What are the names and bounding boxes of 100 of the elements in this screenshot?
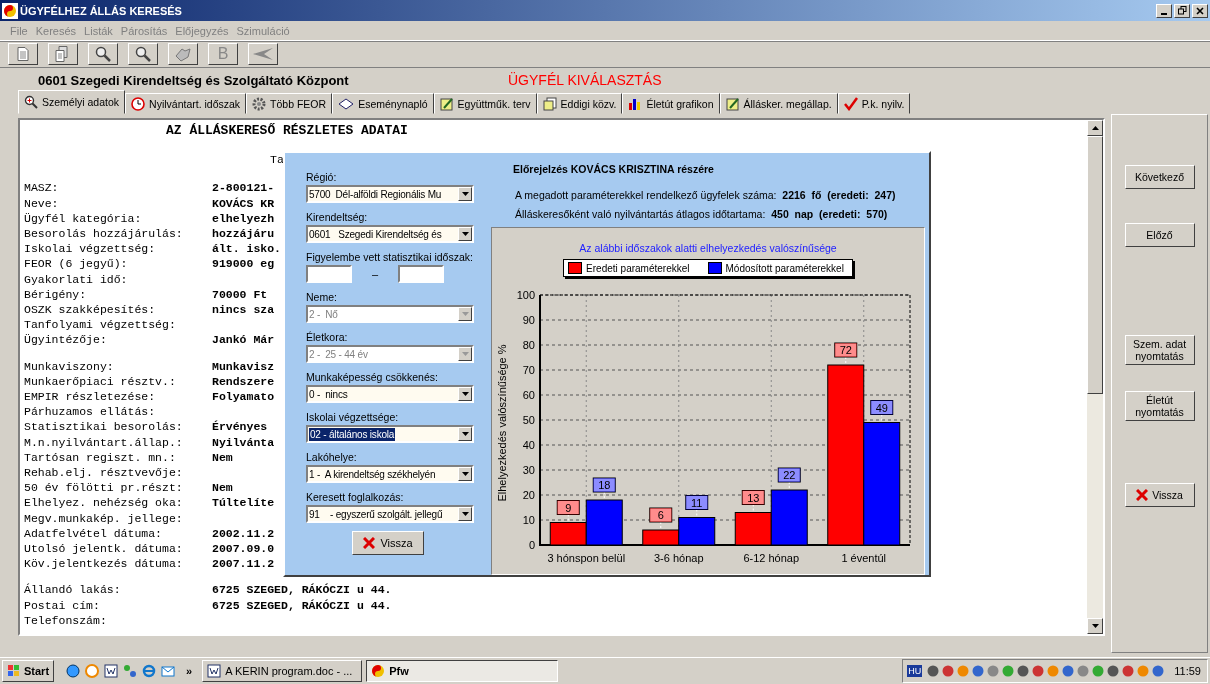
data-label: 22 (783, 469, 796, 481)
tab[interactable]: Nyilvántart. időszak (125, 93, 247, 114)
field-value: Érvényes (212, 419, 268, 435)
y-tick-label: 80 (522, 339, 535, 351)
data-label: 11 (691, 496, 703, 509)
field-label: Figyelembe vett statisztikai időszak: (306, 251, 473, 263)
field-value: KOVÁCS KR (212, 195, 275, 211)
chart-title: Az alábbi időszakok alatti elhelyezkedés valószínűsége (578, 242, 838, 254)
document-heading: AZ ÁLLÁSKERESŐ RÉSZLETES ADATAI (166, 123, 408, 139)
field-label: Utolsó jelentk. dátuma: (24, 541, 184, 557)
field-label: Iskolai végzettség: (24, 241, 157, 257)
field-value: Jankó Már (212, 332, 275, 348)
legend-label: Eredeti paraméterekkel (586, 262, 690, 274)
data-label: 18 (592, 477, 616, 493)
field-label: Párhuzamos ellátás: (24, 404, 157, 420)
x-tick-label: 1 éventúl (841, 552, 887, 564)
x-tick-label: 3-6 hónap (654, 552, 704, 564)
field-label: Besorolás hozzájárulás: (24, 226, 184, 242)
data-label: 18 (598, 479, 611, 491)
document-subheading: Ta (270, 152, 284, 168)
dropdown[interactable]: 1 - A kirendeltség székhelyén (306, 465, 474, 483)
field-label: Postai cím: (24, 597, 101, 613)
taskbar-task[interactable]: A KERIN program.doc - ... (202, 660, 363, 682)
tab[interactable]: Életút grafikon (622, 93, 720, 114)
clock: 11:59 (1174, 665, 1201, 677)
data-label: 6 (649, 507, 673, 523)
language-indicator[interactable]: HU (907, 665, 923, 677)
field-label: Neme: (306, 291, 338, 303)
field-label: M.n.nyilvántart.állap.: (24, 434, 184, 450)
data-label: 49 (875, 401, 888, 414)
y-tick-label: 30 (522, 464, 535, 476)
field-value: nincs sza (212, 302, 275, 318)
tab[interactable]: Eddigi közv. (536, 93, 623, 114)
range-separator: – (372, 268, 379, 280)
y-tick-label: 90 (522, 314, 535, 326)
field-label: Megv.munkakép. jellege: (24, 510, 184, 526)
data-label: 13 (741, 490, 765, 505)
field-label: Bérigény: (24, 286, 88, 303)
field-label: EMPIR részletezése: (24, 389, 157, 405)
field-label: Munkaerőpiaci résztv.: (24, 373, 177, 390)
data-label: 13 (747, 491, 760, 504)
field-label: Iskolai végzettsége: (306, 411, 400, 423)
data-label: 22 (777, 467, 801, 483)
dropdown[interactable]: 5700 Dél-alföldi Regionális Mu (306, 185, 474, 203)
tab[interactable]: Együttműk. terv (433, 93, 537, 114)
field-label: Tartósan regiszt. mn.: (24, 449, 177, 466)
dropdown[interactable]: 0601 Szegedi Kirendeltség és (306, 225, 474, 243)
field-label: Munkaképesség csökkenés: (306, 371, 439, 383)
start-button[interactable]: Start (2, 660, 55, 682)
tab[interactable]: Állásker. megállap. (719, 93, 838, 114)
statistic-line: Álláskeresőként való nyilvántartás átlagos időtartama: 450 nap (eredeti: 570) (515, 208, 889, 220)
dropdown[interactable]: 0 - nincs (306, 385, 474, 403)
field-value: ált. isko. (212, 241, 281, 257)
field-value: 70000 Ft (212, 286, 268, 303)
legend-label: Módosított paraméterekkel (725, 262, 844, 274)
side-button[interactable]: Életút nyomtatás (1124, 391, 1195, 421)
side-button[interactable]: Szem. adat nyomtatás (1124, 335, 1195, 365)
field-value: Folyamato (212, 389, 275, 405)
side-button[interactable]: Előző (1124, 223, 1195, 247)
field-value: 2-800121- (212, 180, 275, 196)
field-label: Elhelyez. nehézség oka: (24, 495, 184, 511)
more-chevron[interactable]: » (186, 665, 193, 677)
field-label: Tanfolyami végzettség: (24, 317, 177, 333)
field-label: Régió: (306, 171, 338, 183)
field-value: hozzájáru (212, 226, 275, 242)
mode-label: ÜGYFÉL KIVÁLASZTÁS (508, 72, 662, 88)
field-label: Adatfelvétel dátuma: (24, 525, 164, 542)
field-value: 2007.11.2 (212, 556, 275, 572)
field-label: MASZ: (24, 180, 60, 196)
data-label: 72 (834, 342, 858, 358)
field-label: Neve: (24, 195, 60, 211)
tab[interactable]: Több FEOR (246, 93, 333, 114)
side-button[interactable]: Vissza (1124, 483, 1195, 507)
data-label: 49 (870, 400, 894, 415)
field-label: Gyakorlati idő: (24, 271, 129, 287)
field-value: 2002.11.2 (212, 525, 275, 542)
window-title: ÜGYFÉLHEZ ÁLLÁS KERESÉS (20, 4, 182, 17)
field-value: Nem (212, 449, 233, 466)
data-label: 6 (657, 509, 664, 521)
field-label: Lakóhelye: (306, 451, 358, 463)
field-value: 6725 SZEGED, RÁKÓCZI u 44. (212, 582, 392, 598)
tab[interactable]: Személyi adatok (18, 90, 126, 114)
dropdown[interactable]: 02 - általános iskola (306, 425, 474, 443)
statistic-line: A megadott paraméterekkel rendelkező ügyfelek száma: 2216 fő (eredeti: 247) (515, 189, 897, 201)
field-label: OSZK szakképesítés: (24, 302, 157, 318)
tab[interactable]: P.k. nyilv. (837, 93, 911, 114)
taskbar-task[interactable]: Pfw (366, 660, 559, 682)
y-tick-label: 10 (522, 514, 535, 526)
dropdown[interactable]: 91 - egyszerű szolgált. jellegű (306, 505, 474, 523)
y-tick-label: 60 (522, 389, 535, 401)
field-label: Köv.jelentkezés dátuma: (24, 556, 184, 572)
x-tick-label: 3 hónspon belül (547, 552, 626, 564)
back-button[interactable]: Vissza (352, 531, 424, 555)
forecast-title: Előrejelzés KOVÁCS KRISZTINA részére (513, 163, 715, 175)
x-tick-label: 6-12 hónap (743, 552, 800, 564)
field-label: Munkaviszony: (24, 358, 115, 374)
tab[interactable]: Eseménynapló (332, 93, 434, 114)
side-button[interactable]: Következő (1124, 165, 1195, 189)
y-tick-label: 70 (522, 364, 535, 376)
data-label: 72 (839, 344, 852, 356)
